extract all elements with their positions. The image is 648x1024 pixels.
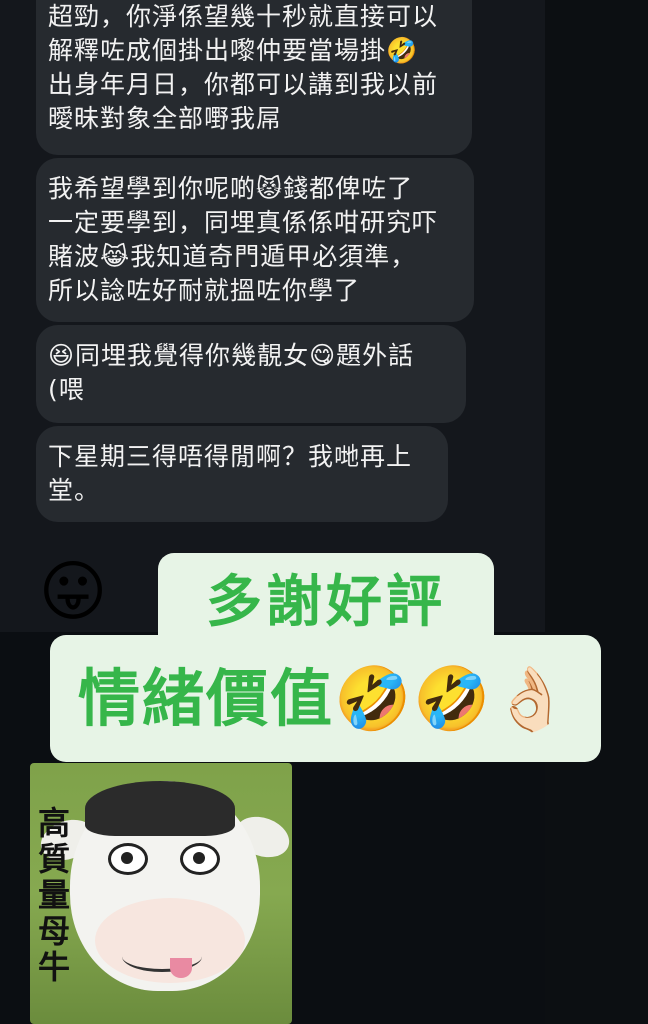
cow-sticker[interactable]: 高質量母牛 xyxy=(30,763,292,1024)
message-bubble[interactable]: 😆同埋我覺得你幾靚女😋題外話 (喂 xyxy=(36,325,466,423)
message-text: 下星期三得唔得閒啊？我哋再上 堂。 xyxy=(48,442,413,505)
cow-patch xyxy=(85,781,235,836)
message-bubble[interactable]: 下星期三得唔得閒啊？我哋再上 堂。 xyxy=(36,426,448,522)
sticker-caption: 高質量母牛 xyxy=(37,804,70,986)
caption-emotional-value: 情緒價值🤣🤣👌🏻 xyxy=(50,635,601,762)
message-bubble[interactable]: 超勁，你淨係望幾十秒就直接可以 解釋咗成個掛出嚟仲要當場掛🤣 出身年月日，你都可… xyxy=(36,0,472,155)
cow-eye-left xyxy=(108,843,148,875)
tongue-emoji-icon: 😛 xyxy=(38,553,108,630)
chat-margin xyxy=(545,0,648,1024)
message-text: 超勁，你淨係望幾十秒就直接可以 解釋咗成個掛出嚟仲要當場掛🤣 出身年月日，你都可… xyxy=(48,2,439,133)
message-bubble[interactable]: 我希望學到你呢啲😾錢都俾咗了 一定要學到，同埋真係係咁研究吓 賭波😹我知道奇門遁… xyxy=(36,158,474,322)
message-text: 我希望學到你呢啲😾錢都俾咗了 一定要學到，同埋真係係咁研究吓 賭波😹我知道奇門遁… xyxy=(48,174,439,305)
cow-eye-right xyxy=(180,843,220,875)
message-text: 😆同埋我覺得你幾靚女😋題外話 (喂 xyxy=(48,341,415,404)
cow-tongue xyxy=(170,958,192,978)
